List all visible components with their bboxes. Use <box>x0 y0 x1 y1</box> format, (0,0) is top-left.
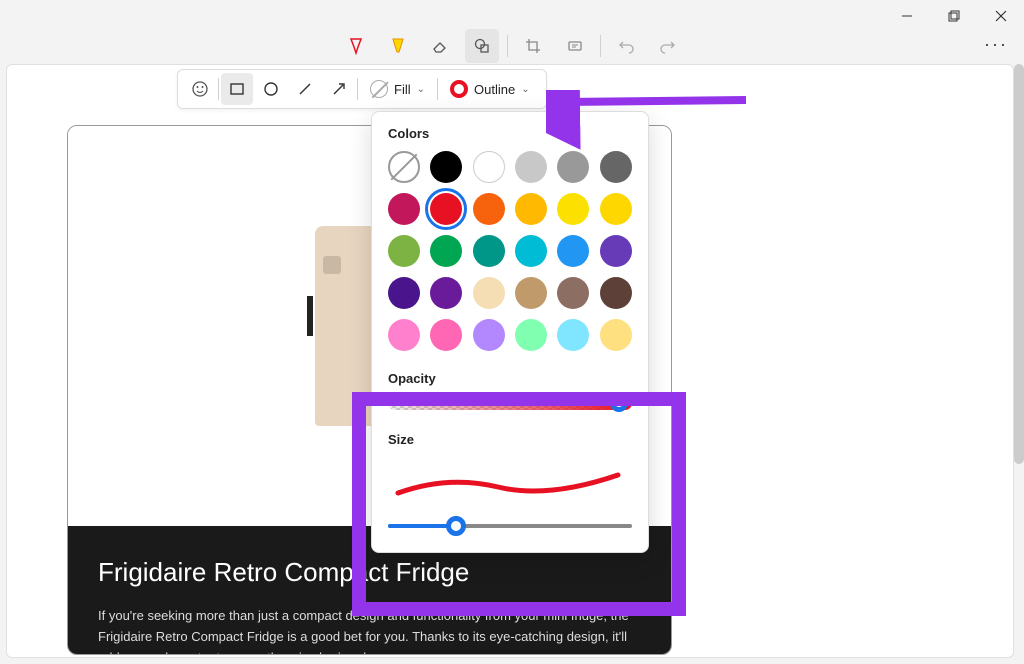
size-section-label: Size <box>388 432 632 447</box>
color-swatch[interactable] <box>600 277 632 309</box>
size-slider[interactable] <box>388 524 632 528</box>
color-swatch[interactable] <box>515 235 547 267</box>
toolbar-divider <box>600 35 601 57</box>
color-swatch[interactable] <box>430 319 462 351</box>
color-swatch[interactable] <box>515 151 547 183</box>
outline-dropdown[interactable]: Outline ⌄ <box>440 73 540 105</box>
opacity-section-label: Opacity <box>388 371 632 386</box>
circle-shape-button[interactable] <box>255 73 287 105</box>
size-preview-stroke <box>388 465 628 505</box>
pen-red-tool[interactable] <box>339 29 373 63</box>
toolbar-divider <box>357 78 358 100</box>
article-body: If you're seeking more than just a compa… <box>98 606 641 655</box>
crop-tool[interactable] <box>516 29 550 63</box>
text-extract-tool[interactable] <box>558 29 592 63</box>
color-swatch[interactable] <box>600 235 632 267</box>
color-swatch[interactable] <box>388 193 420 225</box>
outline-color-icon <box>450 80 468 98</box>
main-toolbar <box>0 28 1024 64</box>
rectangle-shape-button[interactable] <box>221 73 253 105</box>
highlighter-tool[interactable] <box>381 29 415 63</box>
annotation-arrow <box>546 90 756 180</box>
fill-dropdown[interactable]: Fill ⌄ <box>360 73 435 105</box>
arrow-shape-button[interactable] <box>323 73 355 105</box>
canvas-area: Frigidaire Retro Compact Fridge If you'r… <box>6 64 1014 658</box>
color-swatch[interactable] <box>557 319 589 351</box>
toolbar-divider <box>507 35 508 57</box>
color-swatch[interactable] <box>600 319 632 351</box>
opacity-slider[interactable] <box>388 396 632 410</box>
color-swatch[interactable] <box>430 193 462 225</box>
color-swatch[interactable] <box>430 151 462 183</box>
redo-button[interactable] <box>651 29 685 63</box>
color-swatch[interactable] <box>473 319 505 351</box>
article-title: Frigidaire Retro Compact Fridge <box>98 554 641 590</box>
more-options-button[interactable]: ··· <box>984 34 1008 55</box>
emoji-button[interactable] <box>184 73 216 105</box>
fill-label: Fill <box>394 82 411 97</box>
color-swatch[interactable] <box>557 277 589 309</box>
color-swatch[interactable] <box>600 193 632 225</box>
color-swatch[interactable] <box>557 193 589 225</box>
color-swatch[interactable] <box>388 319 420 351</box>
color-swatch[interactable] <box>388 235 420 267</box>
color-swatch[interactable] <box>473 151 505 183</box>
color-swatch[interactable] <box>430 277 462 309</box>
line-shape-button[interactable] <box>289 73 321 105</box>
color-swatch[interactable] <box>515 319 547 351</box>
shapes-tool[interactable] <box>465 29 499 63</box>
color-swatch[interactable] <box>388 277 420 309</box>
color-grid <box>388 151 632 351</box>
outline-label: Outline <box>474 82 515 97</box>
undo-button[interactable] <box>609 29 643 63</box>
opacity-slider-thumb[interactable] <box>610 394 628 412</box>
color-swatch[interactable] <box>388 151 420 183</box>
toolbar-divider <box>218 78 219 100</box>
fill-none-icon <box>370 80 388 98</box>
color-swatch[interactable] <box>473 193 505 225</box>
color-swatch[interactable] <box>515 193 547 225</box>
toolbar-divider <box>437 78 438 100</box>
shape-toolbar: Fill ⌄ Outline ⌄ <box>177 69 547 109</box>
color-swatch[interactable] <box>473 235 505 267</box>
size-slider-thumb[interactable] <box>446 516 466 536</box>
color-swatch[interactable] <box>430 235 462 267</box>
chevron-down-icon: ⌄ <box>417 84 425 95</box>
vertical-scrollbar[interactable] <box>1014 64 1024 464</box>
color-swatch[interactable] <box>557 235 589 267</box>
eraser-tool[interactable] <box>423 29 457 63</box>
color-swatch[interactable] <box>515 277 547 309</box>
color-swatch[interactable] <box>473 277 505 309</box>
chevron-down-icon: ⌄ <box>521 84 529 95</box>
